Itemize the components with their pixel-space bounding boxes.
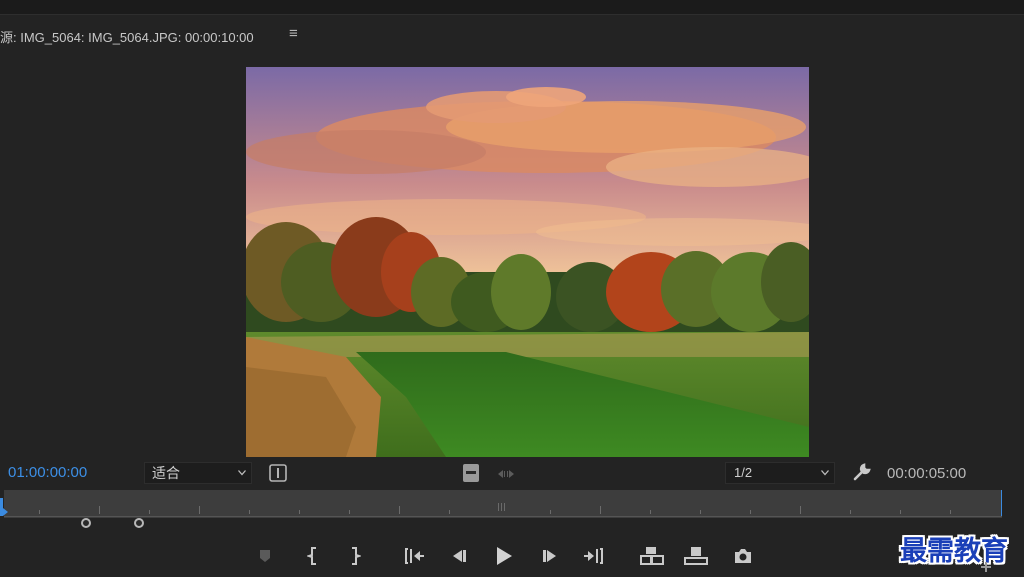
video-preview (246, 67, 809, 457)
play-icon[interactable] (494, 545, 514, 572)
center-grip-icon (498, 498, 506, 511)
frame-icon[interactable] (462, 463, 480, 488)
chevron-down-icon (821, 470, 829, 476)
chevron-down-icon (238, 470, 246, 476)
resolution-value: 1/2 (734, 465, 753, 480)
drag-handle-icon[interactable] (496, 467, 516, 485)
safe-margins-icon[interactable] (268, 463, 288, 488)
duration-timecode: 00:00:05:00 (887, 465, 967, 482)
zoom-value: 适合 (152, 465, 180, 481)
out-point-handle[interactable] (134, 518, 144, 528)
go-to-out-icon[interactable] (583, 547, 605, 570)
mark-in-icon[interactable] (305, 546, 319, 571)
insert-icon[interactable] (640, 546, 664, 571)
wrench-icon[interactable] (852, 462, 872, 487)
add-button-icon[interactable] (980, 560, 992, 577)
playhead-icon[interactable] (0, 498, 10, 518)
resolution-dropdown[interactable]: 1/2 (725, 462, 835, 484)
panel-title[interactable]: 源: IMG_5064: IMG_5064.JPG: 00:00:10:00 (0, 27, 254, 46)
landscape-image (246, 67, 809, 457)
current-timecode[interactable]: 01:00:00:00 (8, 464, 87, 481)
time-ruler[interactable] (4, 490, 1002, 518)
source-monitor-panel: 源: IMG_5064: IMG_5064.JPG: 00:00:10:00 ≡ (0, 0, 1024, 577)
hamburger-icon[interactable]: ≡ (289, 25, 298, 42)
mark-out-icon[interactable] (349, 546, 363, 571)
step-forward-icon[interactable] (541, 548, 559, 569)
top-strip (0, 0, 1024, 15)
in-point-handle[interactable] (81, 518, 91, 528)
step-back-icon[interactable] (450, 548, 468, 569)
export-frame-icon[interactable] (733, 547, 753, 570)
marker-icon[interactable] (258, 548, 272, 569)
go-to-in-icon[interactable] (403, 547, 425, 570)
zoom-dropdown[interactable]: 适合 (144, 462, 252, 484)
overwrite-icon[interactable] (684, 546, 708, 571)
